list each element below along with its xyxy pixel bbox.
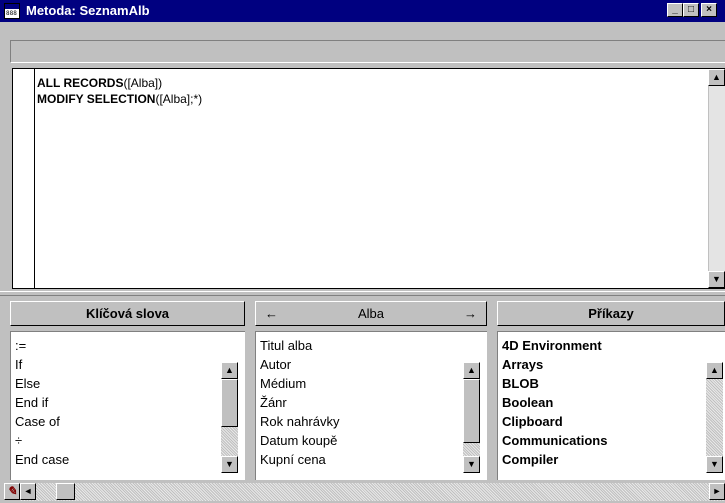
previous-table-button[interactable]: ← bbox=[265, 302, 278, 325]
list-item[interactable]: Else bbox=[15, 374, 69, 393]
editor-scroll-down-button[interactable]: ▼ bbox=[708, 271, 725, 288]
fields-scroll-track[interactable] bbox=[463, 443, 480, 456]
list-item[interactable]: Žánr bbox=[260, 393, 339, 412]
list-item[interactable]: Autor bbox=[260, 355, 339, 374]
keywords-list[interactable]: := If Else End if Case of ÷ End case ▲ ▼ bbox=[10, 331, 245, 480]
maximize-button[interactable]: □ bbox=[683, 3, 699, 17]
pane-splitter[interactable] bbox=[0, 291, 725, 296]
keywords-scroll-down-button[interactable]: ▼ bbox=[221, 456, 238, 473]
table-header: ← Alba → bbox=[255, 301, 487, 326]
code-lines[interactable]: ALL RECORDS([Alba]) MODIFY SELECTION([Al… bbox=[37, 75, 202, 107]
code-line[interactable]: MODIFY SELECTION([Alba];*) bbox=[37, 91, 202, 107]
code-keyword: MODIFY SELECTION bbox=[37, 92, 156, 106]
commands-scroll-down-button[interactable]: ▼ bbox=[706, 456, 723, 473]
horizontal-scrollbar[interactable]: ◄ ► bbox=[20, 483, 725, 501]
keywords-scroll-track[interactable] bbox=[221, 427, 238, 456]
code-args: ([Alba]) bbox=[123, 76, 163, 90]
next-table-button[interactable]: → bbox=[464, 302, 477, 325]
list-item[interactable]: Communications bbox=[502, 431, 607, 450]
code-keyword: ALL RECORDS bbox=[37, 76, 124, 90]
list-item[interactable]: Datum koupě bbox=[260, 431, 339, 450]
method-toolbar bbox=[10, 40, 725, 63]
keywords-scroll-up-button[interactable]: ▲ bbox=[221, 362, 238, 379]
list-item[interactable]: Médium bbox=[260, 374, 339, 393]
title-bar[interactable]: 888 Metoda: SeznamAlb _ □ × bbox=[0, 0, 725, 22]
minimize-button[interactable]: _ bbox=[667, 3, 683, 17]
fields-scroll-down-button[interactable]: ▼ bbox=[463, 456, 480, 473]
list-item[interactable]: := bbox=[15, 336, 69, 355]
keywords-panel: Klíčová slova := If Else End if Case of … bbox=[10, 301, 245, 480]
method-icon-label: 888 bbox=[6, 10, 17, 17]
commands-header: Příkazy bbox=[497, 301, 725, 326]
fields-scroll-thumb[interactable] bbox=[463, 379, 480, 443]
fields-list[interactable]: Titul alba Autor Médium Žánr Rok nahrávk… bbox=[255, 331, 487, 480]
list-item[interactable]: Kupní cena bbox=[260, 450, 339, 469]
close-button[interactable]: × bbox=[701, 3, 717, 17]
list-item[interactable]: ÷ bbox=[15, 431, 69, 450]
editor-gutter bbox=[13, 69, 35, 288]
list-item[interactable]: 4D Environment bbox=[502, 336, 607, 355]
table-fields-panel: ← Alba → Titul alba Autor Médium Žánr Ro… bbox=[255, 301, 487, 480]
pencil-icon[interactable]: ✎ bbox=[4, 483, 20, 500]
list-item[interactable]: End case bbox=[15, 450, 69, 469]
list-item[interactable]: Boolean bbox=[502, 393, 607, 412]
bottom-bar: ✎ ◄ ► bbox=[0, 482, 725, 503]
commands-panel: Příkazy 4D Environment Arrays BLOB Boole… bbox=[497, 301, 725, 480]
fields-scroll-up-button[interactable]: ▲ bbox=[463, 362, 480, 379]
list-item[interactable]: End if bbox=[15, 393, 69, 412]
list-item[interactable]: Compiler bbox=[502, 450, 607, 469]
list-item[interactable]: BLOB bbox=[502, 374, 607, 393]
code-args: ([Alba];*) bbox=[155, 92, 203, 106]
method-icon[interactable]: 888 bbox=[4, 3, 20, 19]
list-item[interactable]: Rok nahrávky bbox=[260, 412, 339, 431]
keywords-scroll-thumb[interactable] bbox=[221, 379, 238, 427]
keywords-header: Klíčová slova bbox=[10, 301, 245, 326]
scroll-right-button[interactable]: ► bbox=[709, 483, 725, 500]
list-item[interactable]: Case of bbox=[15, 412, 69, 431]
list-item[interactable]: Titul alba bbox=[260, 336, 339, 355]
editor-scroll-up-button[interactable]: ▲ bbox=[708, 69, 725, 86]
scroll-left-button[interactable]: ◄ bbox=[20, 483, 36, 500]
table-name: Alba bbox=[357, 306, 385, 321]
commands-list[interactable]: 4D Environment Arrays BLOB Boolean Clipb… bbox=[497, 331, 725, 480]
list-item[interactable]: Arrays bbox=[502, 355, 607, 374]
editor-vertical-scrollbar[interactable]: ▲ ▼ bbox=[708, 69, 725, 288]
window-title: Metoda: SeznamAlb bbox=[26, 3, 150, 18]
commands-scroll-up-button[interactable]: ▲ bbox=[706, 362, 723, 379]
code-editor[interactable]: ALL RECORDS([Alba]) MODIFY SELECTION([Al… bbox=[12, 68, 725, 289]
list-item[interactable]: If bbox=[15, 355, 69, 374]
code-line[interactable]: ALL RECORDS([Alba]) bbox=[37, 75, 202, 91]
list-item[interactable]: Clipboard bbox=[502, 412, 607, 431]
horizontal-scroll-thumb[interactable] bbox=[56, 483, 75, 500]
commands-scroll-track[interactable] bbox=[706, 379, 723, 456]
